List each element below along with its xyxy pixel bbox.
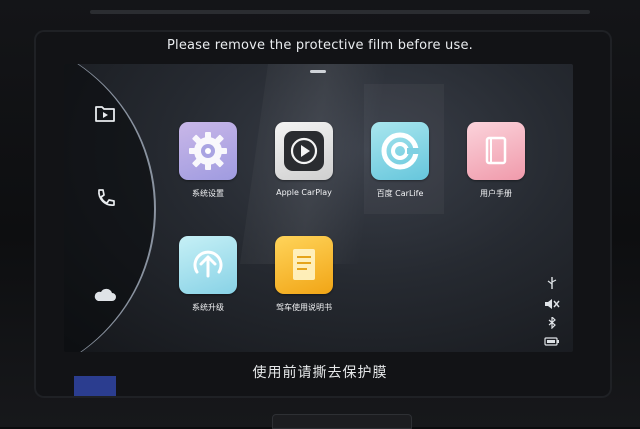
bluetooth-icon (544, 314, 560, 330)
blue-sticker (74, 376, 116, 396)
mute-icon (544, 295, 560, 309)
app-system-upgrade[interactable]: 系统升级 (163, 236, 253, 313)
top-vent-slit (90, 10, 590, 14)
book-icon (467, 122, 525, 180)
app-label: 驾车使用说明书 (276, 303, 332, 312)
pull-down-handle[interactable] (310, 70, 326, 73)
sidebar-item-media[interactable] (92, 100, 118, 126)
carplay-icon (275, 122, 333, 180)
guide-book-icon (275, 236, 333, 294)
app-label: 系统升级 (192, 303, 224, 312)
app-label: 用户手册 (480, 189, 512, 198)
display-screen: 系统设置 Apple CarPlay 百度 CarLife 用户手册 系统升级 … (64, 64, 573, 352)
sidebar-item-cloud[interactable] (92, 282, 118, 308)
carlife-icon (371, 122, 429, 180)
app-system-settings[interactable]: 系统设置 (163, 122, 253, 199)
app-user-manual[interactable]: 用户手册 (451, 122, 541, 199)
app-label: 系统设置 (192, 189, 224, 198)
cloud-icon (94, 288, 116, 301)
phone-icon (98, 189, 115, 206)
gear-icon (179, 122, 237, 180)
app-baidu-carlife[interactable]: 百度 CarLife (355, 122, 445, 199)
app-driving-guide[interactable]: 驾车使用说明书 (259, 236, 349, 313)
usb-icon (544, 274, 560, 289)
protective-film-notice-en: Please remove the protective film before… (166, 38, 474, 53)
play-folder-icon (95, 106, 115, 122)
upgrade-icon (179, 236, 237, 294)
head-unit-device: Please remove the protective film before… (0, 0, 640, 429)
app-apple-carplay[interactable]: Apple CarPlay (259, 122, 349, 197)
app-label: 百度 CarLife (376, 189, 424, 198)
app-label: Apple CarPlay (276, 188, 332, 197)
sidebar-item-phone[interactable] (92, 186, 118, 212)
battery-icon (544, 332, 560, 346)
